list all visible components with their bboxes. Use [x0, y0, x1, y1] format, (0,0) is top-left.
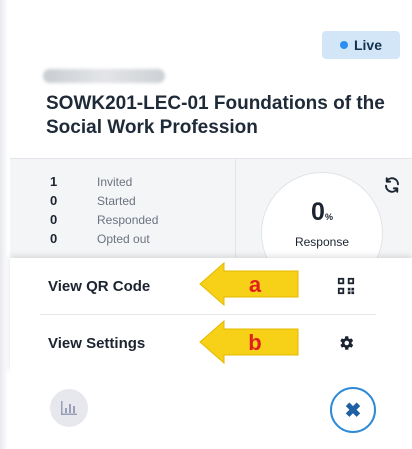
status-badge: Live — [322, 31, 400, 59]
reports-button[interactable] — [50, 389, 88, 427]
refresh-icon[interactable] — [383, 176, 401, 194]
left-shadow — [0, 0, 8, 449]
close-icon: ✖ — [344, 399, 362, 422]
qr-code-icon — [337, 277, 355, 295]
stats-divider — [235, 158, 236, 258]
live-dot-icon — [339, 41, 348, 49]
callout-letter-a: a — [248, 272, 262, 297]
stat-row-responded: 0 Responded — [50, 212, 158, 227]
stat-value: 1 — [50, 174, 58, 189]
page-title: SOWK201-LEC-01 Foundations of the Social… — [46, 93, 385, 138]
bar-chart-icon — [61, 401, 77, 415]
stat-row-opted-out: 0 Opted out — [50, 231, 150, 246]
response-rate-number: 0 — [311, 198, 325, 226]
stat-label: Started — [97, 193, 136, 208]
callout-letter-b: b — [248, 330, 262, 355]
stat-value: 0 — [50, 193, 58, 208]
stat-value: 0 — [50, 231, 58, 246]
response-rate-unit: % — [324, 212, 333, 222]
response-rate-label: Response — [294, 235, 350, 249]
status-badge-label: Live — [353, 37, 382, 53]
stat-label: Opted out — [97, 231, 150, 246]
menu-item-label: View Settings — [48, 335, 146, 352]
gear-icon — [340, 336, 354, 350]
response-rate-value: 0% — [262, 198, 382, 227]
stat-label: Invited — [97, 174, 133, 189]
stat-row-invited: 1 Invited — [50, 174, 132, 189]
stat-value: 0 — [50, 212, 58, 227]
stat-label: Responded — [97, 212, 159, 227]
menu-item-label: View QR Code — [48, 278, 151, 295]
close-menu-button[interactable]: ✖ — [330, 387, 376, 433]
redacted-subtitle — [43, 69, 165, 83]
stat-row-started: 0 Started — [50, 193, 136, 208]
